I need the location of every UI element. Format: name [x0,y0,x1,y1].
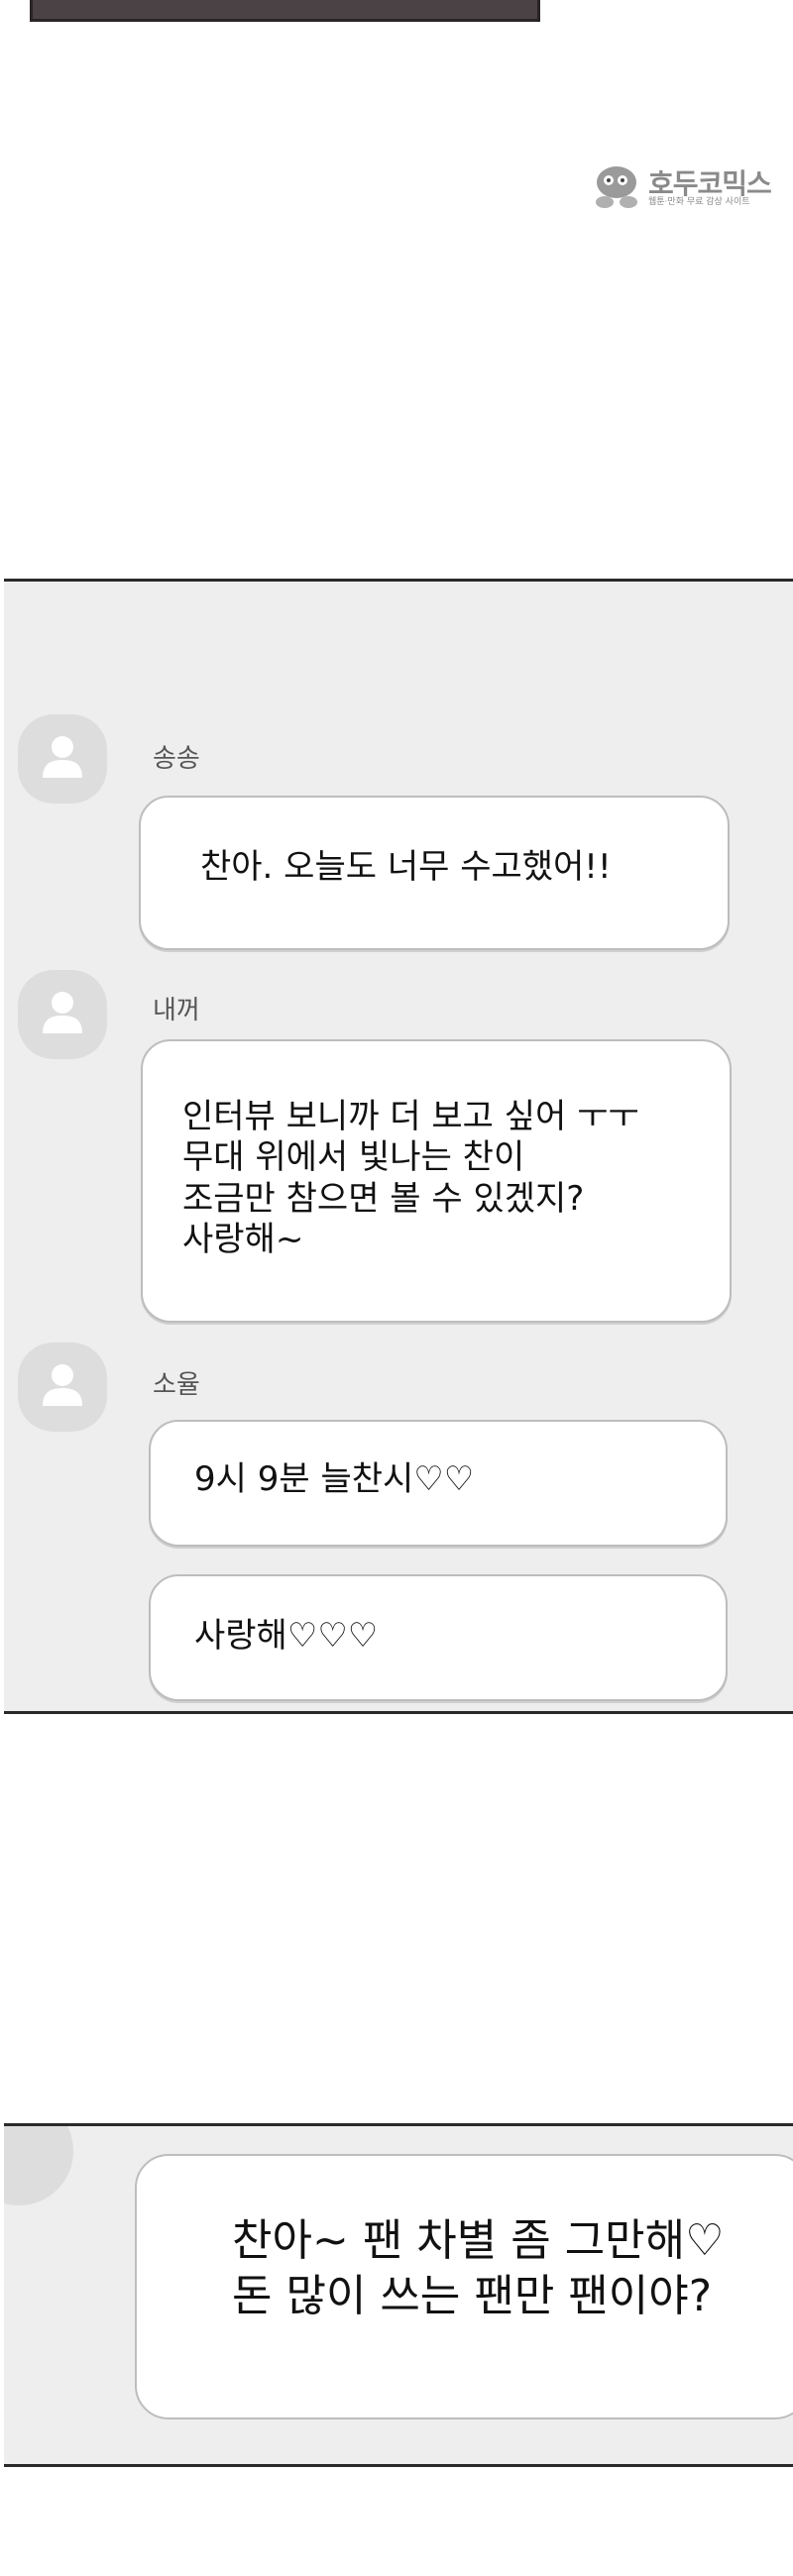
top-panel-edge [30,0,540,22]
watermark: 호두코믹스 웹툰·만화 무료 감상 사이트 [591,159,793,214]
message-bubble: 사랑해♡♡♡ [149,1574,728,1701]
message-text: 사랑해♡♡♡ [194,1616,379,1656]
avatar [4,2126,73,2205]
person-icon [43,992,82,1033]
avatar [18,1342,107,1432]
message-text-block: 인터뷰 보니까 더 보고 싶어 ㅜㅜ 무대 위에서 빛나는 찬이 조금만 참으면… [182,1097,639,1261]
avatar [18,970,107,1059]
sender-name: 송송 [153,744,200,774]
message-bubble: 인터뷰 보니까 더 보고 싶어 ㅜㅜ 무대 위에서 빛나는 찬이 조금만 참으면… [141,1039,732,1323]
watermark-subtitle: 웹툰·만화 무료 감상 사이트 [648,197,750,207]
message-line: 인터뷰 보니까 더 보고 싶어 ㅜㅜ [182,1097,639,1136]
sender-name: 소율 [153,1370,200,1400]
message-line: 돈 많이 쓰는 팬만 팬이야? [232,2271,713,2322]
message-text-block: 찬아~ 팬 차별 좀 그만해♡ 돈 많이 쓰는 팬만 팬이야? [232,2213,725,2325]
message-text: 9시 9분 늘찬시♡♡ [194,1459,475,1499]
person-icon [43,736,82,778]
chat-panel: 송송 찬아. 오늘도 너무 수고했어!! 내꺼 인터뷰 보니까 더 보고 싶어 … [4,579,793,1714]
message-bubble: 9시 9분 늘찬시♡♡ [149,1420,728,1547]
message-text: 찬아. 오늘도 너무 수고했어!! [200,847,612,887]
message-line: 무대 위에서 빛나는 찬이 [182,1137,525,1178]
message-line: 찬아~ 팬 차별 좀 그만해♡ [232,2215,725,2266]
chat-panel-2: 찬아~ 팬 차별 좀 그만해♡ 돈 많이 쓰는 팬만 팬이야? [4,2123,793,2467]
message-line: 조금만 참으면 볼 수 있겠지? [182,1178,585,1219]
person-icon [43,1364,82,1406]
message-line: 사랑해~ [182,1220,304,1260]
mascot-icon [596,166,637,208]
message-bubble: 찬아~ 팬 차별 좀 그만해♡ 돈 많이 쓰는 팬만 팬이야? [135,2154,793,2419]
avatar [18,714,107,804]
message-bubble: 찬아. 오늘도 너무 수고했어!! [139,796,730,950]
sender-name: 내꺼 [153,996,200,1025]
